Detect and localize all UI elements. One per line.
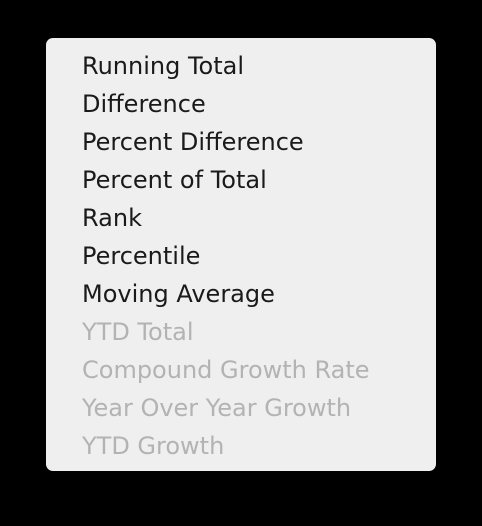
menu-item-running-total[interactable]: Running Total [46,47,436,85]
menu-item-percent-difference[interactable]: Percent Difference [46,123,436,161]
menu-item-percentile[interactable]: Percentile [46,237,436,275]
menu-item-rank[interactable]: Rank [46,199,436,237]
menu-item-ytd-total: YTD Total [82,318,194,346]
menu-item-difference[interactable]: Difference [46,85,436,123]
context-menu: Running Total Difference Percent Differe… [46,38,436,471]
menu-item-moving-average[interactable]: Moving Average [46,275,436,313]
menu-item-percent-of-total[interactable]: Percent of Total [46,161,436,199]
menu-item-compound-growth-rate: Compound Growth Rate [82,356,370,384]
menu-item-ytd-growth: YTD Growth [82,432,225,460]
menu-item-year-over-year-growth: Year Over Year Growth [82,394,352,422]
